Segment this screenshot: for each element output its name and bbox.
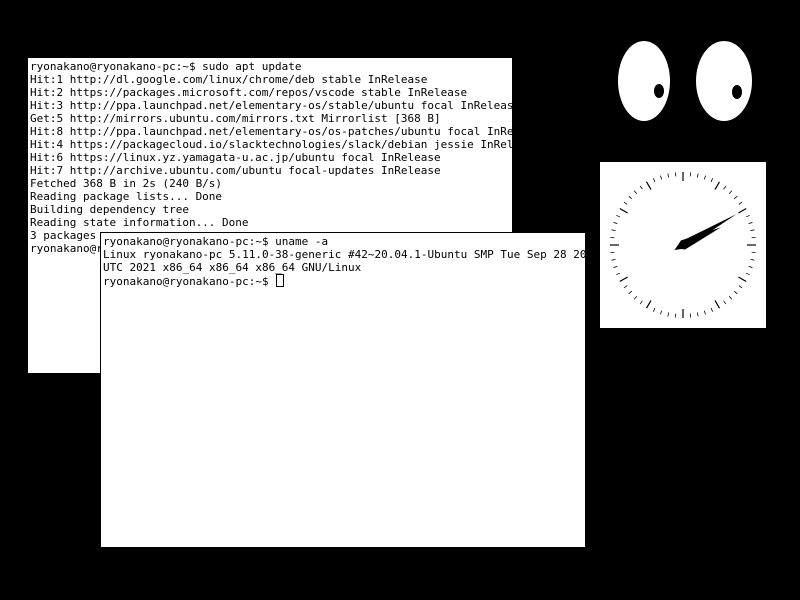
clock-minute-tick [745,272,750,276]
terminal-line: Reading package lists... Done [30,190,223,203]
clock-minute-tick [660,310,663,315]
clock-minute-tick [611,258,616,261]
analog-clock-icon [610,172,756,318]
clock-hour-tick [645,181,652,190]
terminal-line: ryonakano@ryonakano-pc:~$ uname -a [103,235,329,248]
clock-minute-tick [738,285,743,289]
clock-minute-tick [728,296,733,300]
text-cursor [276,274,285,287]
clock-minute-tick [613,222,618,225]
clock-minute-hand [674,214,737,250]
right-pupil [732,85,742,99]
terminal-line: Hit:7 http://archive.ubuntu.com/ubuntu f… [30,164,441,177]
clock-minute-tick [745,214,750,218]
clock-minute-tick [667,173,670,178]
clock-hour-tick [619,276,628,283]
clock-minute-tick [750,229,755,232]
clock-minute-tick [750,258,755,261]
terminal-line: UTC 2021 x86_64 x86_64 x86_64 GNU/Linux [103,261,362,274]
clock-hour-tick [738,276,747,283]
terminal-line: Fetched 368 B in 2s (240 B/s) [30,177,223,190]
clock-minute-tick [628,195,632,200]
terminal-line: Linux ryonakano-pc 5.11.0-38-generic #42… [103,248,586,261]
xeyes-window[interactable] [612,36,760,126]
left-eye [618,41,670,121]
clock-hour-tick [714,181,721,190]
clock-minute-tick [703,175,706,180]
clock-minute-tick [652,178,656,183]
clock-minute-tick [616,214,621,218]
terminal-line: Hit:2 https://packages.microsoft.com/rep… [30,86,468,99]
clock-minute-tick [660,175,663,180]
clock-hour-tick [714,300,721,309]
left-pupil [654,84,664,98]
terminal-window-uname[interactable]: ryonakano@ryonakano-pc:~$ uname -a Linux… [100,232,586,548]
terminal-line: Hit:8 http://ppa.launchpad.net/elementar… [30,125,513,138]
desktop: ryonakano@ryonakano-pc:~$ sudo apt updat… [0,0,800,600]
clock-minute-tick [613,265,618,268]
clock-minute-tick [728,190,733,194]
clock-minute-tick [710,307,714,312]
clock-minute-tick [723,300,727,305]
xeyes-eyes-icon [618,41,752,121]
right-eye [696,41,752,121]
clock-hour-tick [619,207,628,214]
clock-minute-tick [748,265,753,268]
clock-minute-tick [633,190,638,194]
terminal-line: Hit:3 http://ppa.launchpad.net/elementar… [30,99,513,112]
terminal-line: Hit:6 https://linux.yz.yamagata-u.ac.jp/… [30,151,441,164]
clock-minute-tick [703,310,706,315]
clock-minute-tick [623,285,628,289]
clock-minute-tick [710,178,714,183]
terminal-prompt: ryonakano@ryonakano-pc:~$ [103,275,276,288]
terminal-line: Building dependency tree [30,203,189,216]
clock-minute-tick [616,272,621,276]
xclock-window[interactable] [600,162,766,328]
clock-minute-tick [667,312,670,317]
clock-minute-tick [639,185,643,190]
clock-minute-tick [628,290,632,295]
clock-minute-tick [611,229,616,232]
clock-minute-tick [696,173,699,178]
clock-minute-tick [639,300,643,305]
terminal-line: Hit:1 http://dl.google.com/linux/chrome/… [30,73,428,86]
clock-hour-tick [738,207,747,214]
terminal-line: Hit:4 https://packagecloud.io/slacktechn… [30,138,513,151]
terminal-prompt-line[interactable]: ryonakano@ryonakano-pc:~$ [103,274,585,288]
clock-minute-tick [696,312,699,317]
clock-minute-tick [633,296,638,300]
clock-minute-tick [623,201,628,205]
clock-minute-tick [734,195,738,200]
clock-minute-tick [748,222,753,225]
clock-hour-tick [645,300,652,309]
terminal-line: Get:5 http://mirrors.ubuntu.com/mirrors.… [30,112,441,125]
clock-minute-tick [723,185,727,190]
clock-minute-tick [738,201,743,205]
terminal-line: Reading state information... Done [30,216,249,229]
clock-minute-tick [652,307,656,312]
clock-minute-tick [734,290,738,295]
terminal-line: ryonakano@ryonakano-pc:~$ sudo apt updat… [30,60,302,73]
